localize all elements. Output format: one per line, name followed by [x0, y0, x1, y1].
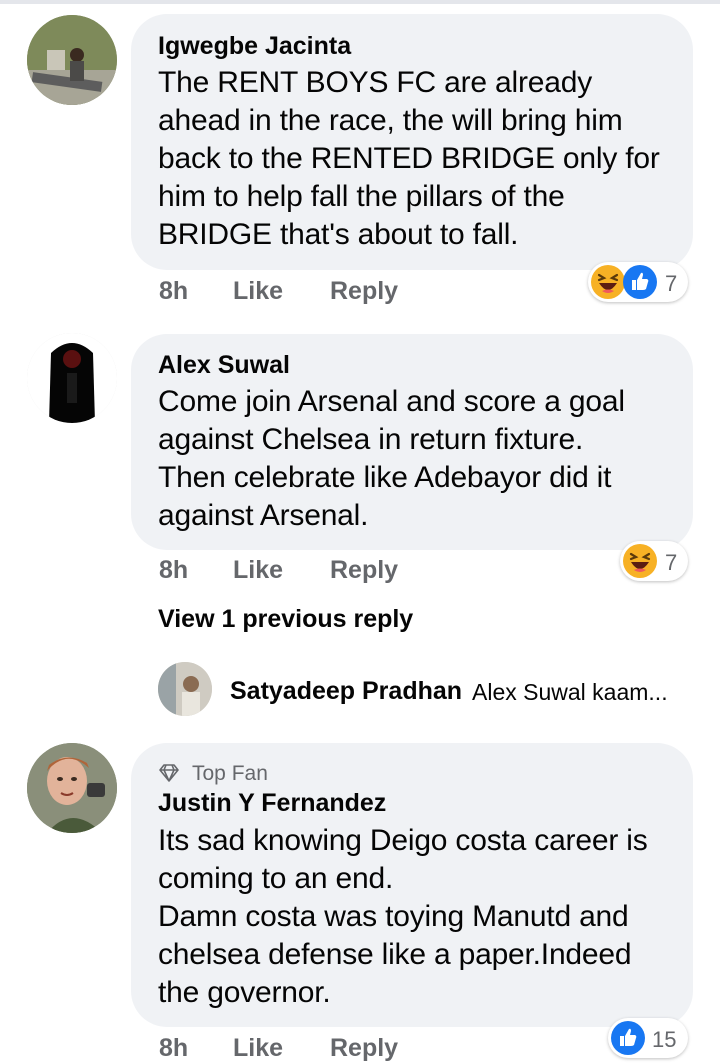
comment-text-line: Then celebrate like Adebayor did it — [158, 461, 612, 494]
comment-text-line: against Chelsea in return fixture. — [158, 423, 584, 456]
comment-author[interactable]: Alex Suwal — [158, 351, 290, 380]
like-button[interactable]: Like — [233, 277, 283, 306]
comment-text-line: him to help fall the pillars of the — [158, 180, 565, 213]
reaction-count: 7 — [665, 550, 678, 575]
haha-reaction-icon — [591, 265, 625, 299]
comment-text-line: Damn costa was toying Manutd and — [158, 900, 629, 933]
haha-reaction-icon — [623, 544, 657, 578]
like-reaction-icon — [623, 265, 657, 299]
avatar-photo — [27, 15, 117, 105]
reaction-count: 7 — [665, 271, 678, 296]
reply-avatar[interactable] — [158, 662, 212, 716]
reply-button[interactable]: Reply — [330, 556, 398, 585]
comment-author[interactable]: Justin Y Fernandez — [158, 789, 386, 818]
comment-text-line: ahead in the race, the will bring him — [158, 104, 623, 137]
comment-text-line: coming to an end. — [158, 862, 394, 895]
avatar[interactable] — [27, 333, 117, 423]
like-reaction-icon — [611, 1021, 645, 1055]
reply-button[interactable]: Reply — [330, 1034, 398, 1063]
top-divider — [0, 0, 720, 4]
comment-text-line: Come join Arsenal and score a goal — [158, 385, 625, 418]
view-previous-replies-link[interactable]: View 1 previous reply — [158, 605, 413, 634]
reply-snippet[interactable]: Alex Suwal kaam... — [472, 679, 668, 706]
like-button[interactable]: Like — [233, 1034, 283, 1063]
reply-button[interactable]: Reply — [330, 277, 398, 306]
like-button[interactable]: Like — [233, 556, 283, 585]
comment-text-line: against Arsenal. — [158, 499, 369, 532]
comment-text-line: Its sad knowing Deigo costa career is — [158, 824, 648, 857]
reaction-count: 15 — [652, 1027, 677, 1052]
comment-author[interactable]: Igwegbe Jacinta — [158, 32, 351, 61]
avatar-photo — [158, 662, 212, 716]
comment-text-line: The RENT BOYS FC are already — [158, 66, 592, 99]
comment-text-line: back to the RENTED BRIDGE only for — [158, 142, 660, 175]
avatar-photo — [27, 743, 117, 833]
reply-author[interactable]: Satyadeep Pradhan — [230, 677, 462, 706]
comment-timestamp: 8h — [159, 277, 189, 305]
avatar[interactable] — [27, 15, 117, 105]
top-fan-label: Top Fan — [192, 762, 268, 785]
comment-text-line: BRIDGE that's about to fall. — [158, 218, 519, 251]
avatar-photo — [27, 333, 117, 423]
comment-timestamp: 8h — [159, 556, 189, 584]
comment-text-line: chelsea defense like a paper.Indeed — [158, 938, 632, 971]
diamond-icon — [159, 764, 179, 782]
comment-text-line: the governor. — [158, 976, 331, 1009]
comment-timestamp: 8h — [159, 1034, 189, 1062]
avatar[interactable] — [27, 743, 117, 833]
